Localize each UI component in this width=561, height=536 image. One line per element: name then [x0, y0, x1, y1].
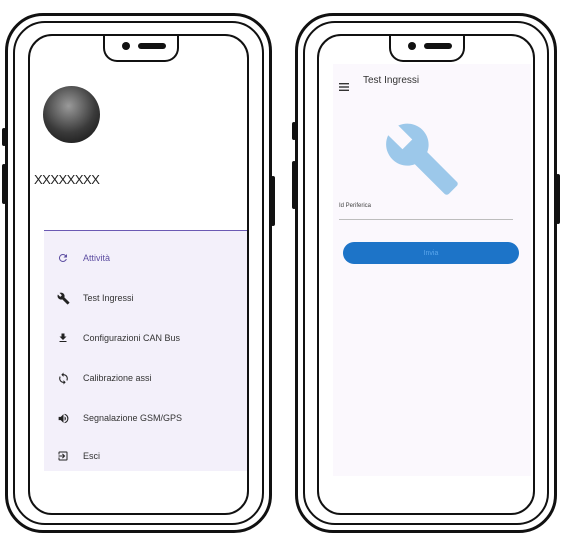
hamburger-menu-icon[interactable]: [339, 78, 349, 96]
notch: [103, 36, 179, 62]
exit-icon: [56, 449, 70, 463]
side-button: [292, 161, 296, 209]
drawer-item-attivita[interactable]: Attività: [44, 241, 247, 275]
drawer-item-calibrazione-assi[interactable]: Calibrazione assi: [44, 361, 247, 395]
drawer-item-label: Calibrazione assi: [83, 373, 152, 383]
drawer-item-label: Segnalazione GSM/GPS: [83, 413, 183, 423]
phone-frame-left: XXXXXXXX Attività Test Ingressi Configur…: [2, 13, 275, 533]
drawer-item-label: Esci: [83, 451, 101, 461]
id-periferica-label: Id Periferica: [339, 203, 372, 209]
navigation-drawer: Attività Test Ingressi Configurazioni CA…: [44, 230, 247, 473]
screen-right: Test Ingressi Id Periferica Invia: [317, 34, 535, 515]
phone-frame-right: Test Ingressi Id Periferica Invia: [292, 13, 560, 533]
user-name: XXXXXXXX: [34, 172, 100, 187]
screen-left: XXXXXXXX Attività Test Ingressi Configur…: [28, 34, 249, 515]
test-ingressi-screen: Test Ingressi Id Periferica Invia: [333, 64, 531, 476]
side-button: [292, 122, 296, 140]
download-icon: [56, 331, 70, 345]
refresh-icon: [56, 251, 70, 265]
drawer-item-test-ingressi[interactable]: Test Ingressi: [44, 281, 247, 315]
drawer-item-label: Configurazioni CAN Bus: [83, 333, 181, 343]
send-button[interactable]: Invia: [343, 242, 519, 264]
side-button: [556, 174, 560, 224]
speaker-icon: [424, 43, 452, 49]
drawer-item-label: Attività: [83, 253, 111, 263]
side-button: [2, 164, 6, 204]
page-title: Test Ingressi: [363, 75, 420, 86]
volume-icon: [56, 411, 70, 425]
camera-icon: [122, 42, 130, 50]
wrench-icon: [56, 291, 70, 305]
drawer-item-label: Test Ingressi: [83, 293, 134, 303]
side-button: [2, 128, 6, 146]
drawer-item-segnalazione-gsm-gps[interactable]: Segnalazione GSM/GPS: [44, 401, 247, 435]
avatar[interactable]: [43, 86, 100, 143]
speaker-icon: [138, 43, 166, 49]
drawer-item-configurazioni-can-bus[interactable]: Configurazioni CAN Bus: [44, 321, 247, 355]
wrench-icon: [383, 120, 461, 203]
id-periferica-field[interactable]: [339, 219, 513, 220]
side-button: [271, 176, 275, 226]
sync-icon: [56, 371, 70, 385]
drawer-item-esci[interactable]: Esci: [44, 439, 247, 473]
camera-icon: [408, 42, 416, 50]
notch: [389, 36, 465, 62]
